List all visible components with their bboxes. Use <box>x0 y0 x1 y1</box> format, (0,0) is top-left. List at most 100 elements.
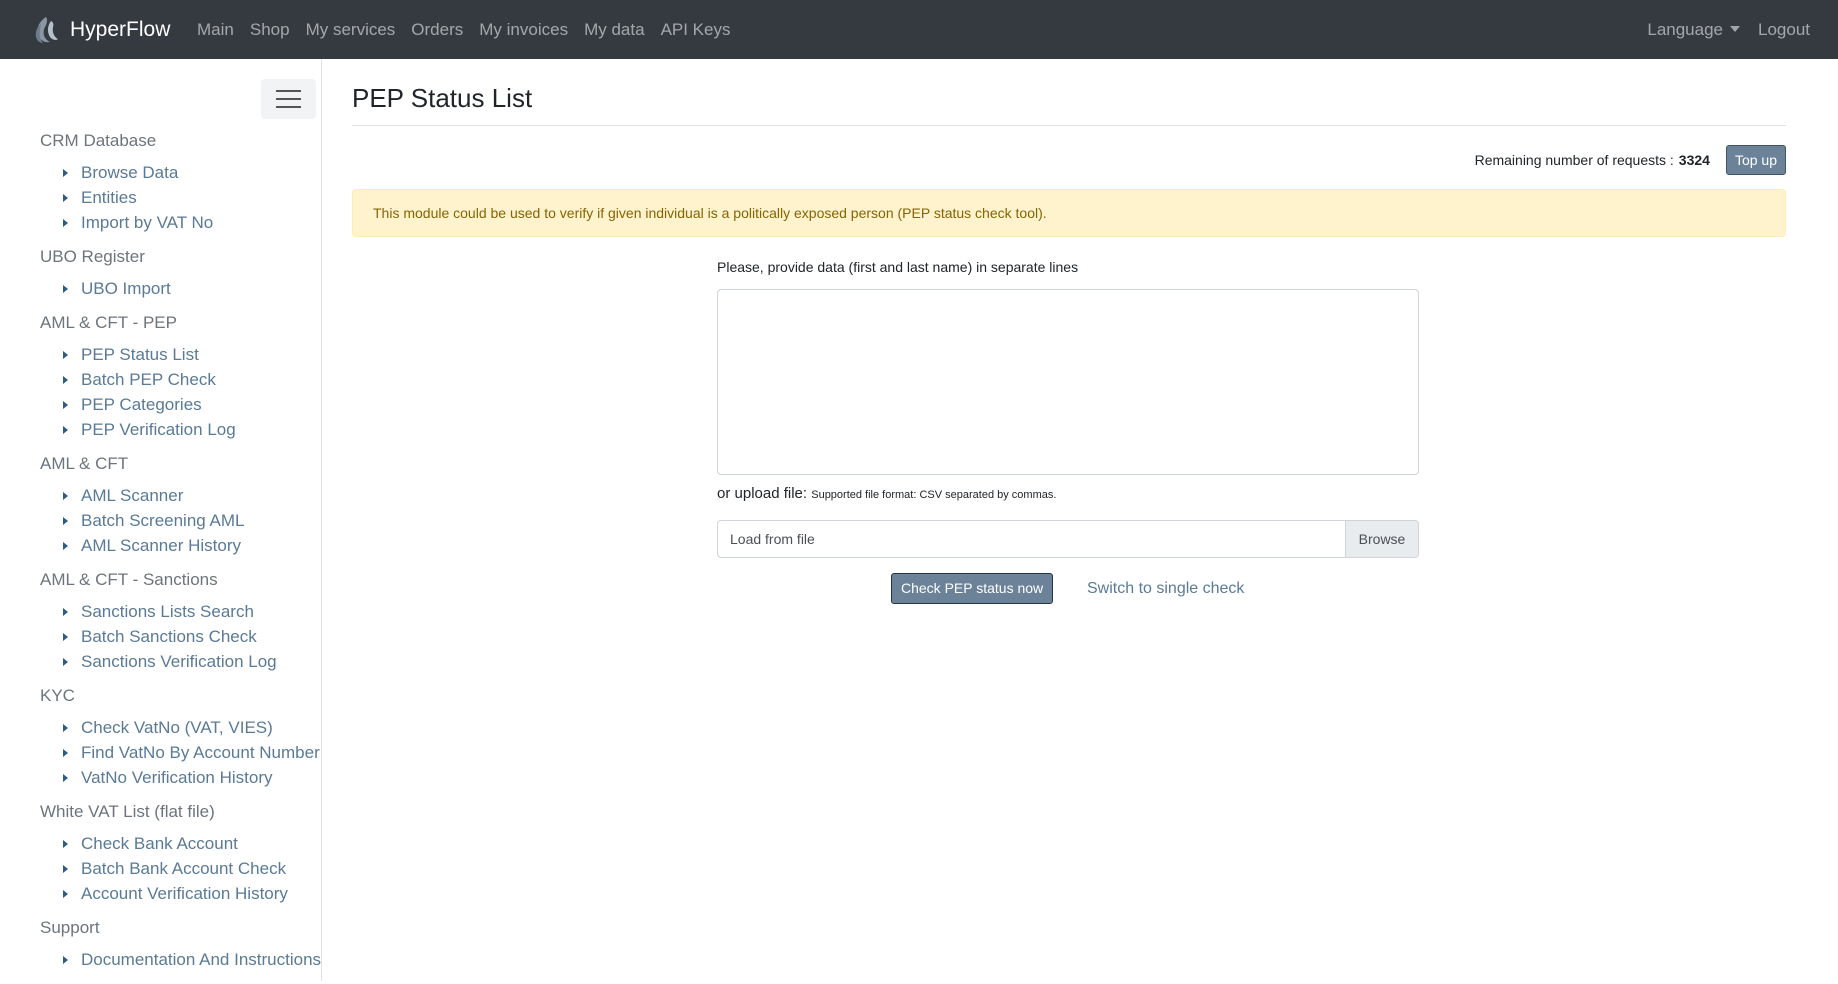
remaining-requests-count: 3324 <box>1678 152 1710 168</box>
browse-button[interactable]: Browse <box>1345 521 1418 557</box>
section-crm-database: CRM Database <box>40 131 157 150</box>
hamburger-icon <box>276 90 301 92</box>
names-textarea-label: Please, provide data (first and last nam… <box>717 259 1079 275</box>
nav-main[interactable]: Main <box>197 20 234 40</box>
sidebar-item-label: Check Bank Account <box>81 833 238 853</box>
switch-to-single-check-link[interactable]: Switch to single check <box>1087 573 1244 604</box>
caret-right-icon <box>63 400 68 409</box>
nav-orders[interactable]: Orders <box>411 20 463 40</box>
form-actions: Check PEP status now Switch to single ch… <box>717 573 1419 605</box>
section-kyc: KYC <box>40 686 75 705</box>
sidebar-item-account-verification-history[interactable]: Account Verification History <box>40 881 330 906</box>
sidebar-menu: CRM Database Browse Data Entities Import… <box>40 131 330 984</box>
caret-right-icon <box>63 955 68 964</box>
logout-link[interactable]: Logout <box>1758 20 1810 40</box>
sidebar-item-label: Sanctions Lists Search <box>81 601 254 621</box>
caret-right-icon <box>63 723 68 732</box>
nav-shop[interactable]: Shop <box>250 20 290 40</box>
sidebar-item-batch-bank-account-check[interactable]: Batch Bank Account Check <box>40 856 330 881</box>
nav-my-invoices[interactable]: My invoices <box>479 20 568 40</box>
sidebar: CRM Database Browse Data Entities Import… <box>0 59 322 981</box>
sidebar-item-pep-verification-log[interactable]: PEP Verification Log <box>40 417 330 442</box>
caret-right-icon <box>63 375 68 384</box>
sidebar-item-sanctions-lists-search[interactable]: Sanctions Lists Search <box>40 599 330 624</box>
sidebar-item-label: Batch Bank Account Check <box>81 858 287 878</box>
sidebar-item-browse-data[interactable]: Browse Data <box>40 160 330 185</box>
nav-my-data[interactable]: My data <box>584 20 644 40</box>
nav-my-services[interactable]: My services <box>306 20 396 40</box>
sidebar-item-label: Batch Screening AML <box>81 510 245 530</box>
sidebar-item-vatno-verification-history[interactable]: VatNo Verification History <box>40 765 330 790</box>
sidebar-item-label: UBO Import <box>81 278 171 298</box>
caret-right-icon <box>63 516 68 525</box>
caret-right-icon <box>63 168 68 177</box>
sidebar-toggle-button[interactable] <box>261 79 316 119</box>
section-support: Support <box>40 918 100 937</box>
sidebar-item-aml-scanner[interactable]: AML Scanner <box>40 483 330 508</box>
sidebar-item-label: AML Scanner <box>81 485 184 505</box>
caret-right-icon <box>63 889 68 898</box>
upload-hint: Supported file format: CSV separated by … <box>811 489 1057 501</box>
sidebar-item-label: Check VatNo (VAT, VIES) <box>81 717 273 737</box>
brand[interactable]: HyperFlow <box>32 0 170 59</box>
sidebar-item-documentation[interactable]: Documentation And Instructions <box>40 947 330 972</box>
caret-right-icon <box>63 864 68 873</box>
section-white-vat-list: White VAT List (flat file) <box>40 802 215 821</box>
top-up-button[interactable]: Top up <box>1725 145 1786 175</box>
language-label: Language <box>1647 19 1723 39</box>
sidebar-item-label: Batch PEP Check <box>81 369 216 389</box>
sidebar-item-label: Browse Data <box>81 162 179 182</box>
top-navbar: HyperFlow Main Shop My services Orders M… <box>0 0 1838 59</box>
nav-api-keys[interactable]: API Keys <box>661 20 731 40</box>
sidebar-item-find-vatno-by-account[interactable]: Find VatNo By Account Number <box>40 740 330 765</box>
brand-name: HyperFlow <box>70 17 171 41</box>
nav-right: Language Logout <box>1629 0 1810 59</box>
caret-right-icon <box>63 491 68 500</box>
info-alert: This module could be used to verify if g… <box>352 189 1786 237</box>
sidebar-item-import-by-vat[interactable]: Import by VAT No <box>40 210 330 235</box>
sidebar-item-sanctions-verification-log[interactable]: Sanctions Verification Log <box>40 649 330 674</box>
title-divider <box>352 125 1786 126</box>
sidebar-item-label: Sanctions Verification Log <box>81 651 277 671</box>
sidebar-item-entities[interactable]: Entities <box>40 185 330 210</box>
sidebar-item-batch-screening-aml[interactable]: Batch Screening AML <box>40 508 330 533</box>
sidebar-item-batch-sanctions-check[interactable]: Batch Sanctions Check <box>40 624 330 649</box>
check-pep-status-button[interactable]: Check PEP status now <box>891 573 1054 604</box>
caret-right-icon <box>63 839 68 848</box>
sidebar-item-pep-status-list[interactable]: PEP Status List <box>40 342 330 367</box>
sidebar-item-batch-pep-check[interactable]: Batch PEP Check <box>40 367 330 392</box>
file-upload-input[interactable]: Load from file Browse <box>717 520 1419 558</box>
sidebar-item-label: Account Verification History <box>81 883 288 903</box>
sidebar-item-label: AML Scanner History <box>81 535 241 555</box>
caret-right-icon <box>63 218 68 227</box>
remaining-requests: Remaining number of requests : 3324 Top … <box>1475 145 1786 175</box>
remaining-requests-label: Remaining number of requests : <box>1474 152 1674 168</box>
sidebar-item-label: PEP Verification Log <box>81 419 236 439</box>
upload-file-label: or upload file: Supported file format: C… <box>717 485 1056 502</box>
caret-right-icon <box>63 607 68 616</box>
sidebar-item-label: Documentation And Instructions <box>81 949 322 969</box>
file-upload-placeholder: Load from file <box>730 531 815 547</box>
names-textarea[interactable] <box>717 289 1419 475</box>
sidebar-item-label: PEP Categories <box>81 394 202 414</box>
sidebar-item-ubo-import[interactable]: UBO Import <box>40 276 330 301</box>
sidebar-item-check-vatno[interactable]: Check VatNo (VAT, VIES) <box>40 715 330 740</box>
sidebar-item-label: Import by VAT No <box>81 212 214 232</box>
caret-right-icon <box>63 773 68 782</box>
sidebar-item-label: Entities <box>81 187 137 207</box>
main-nav: Main Shop My services Orders My invoices… <box>197 0 746 59</box>
section-ubo-register: UBO Register <box>40 247 145 266</box>
caret-right-icon <box>63 541 68 550</box>
section-aml-cft-pep: AML & CFT - PEP <box>40 313 177 332</box>
language-dropdown[interactable]: Language <box>1647 20 1740 40</box>
caret-right-icon <box>63 350 68 359</box>
sidebar-item-label: Batch Sanctions Check <box>81 626 257 646</box>
caret-right-icon <box>63 748 68 757</box>
caret-down-icon <box>1730 25 1740 32</box>
caret-right-icon <box>63 632 68 641</box>
pep-batch-form: Please, provide data (first and last nam… <box>717 259 1419 604</box>
caret-right-icon <box>63 284 68 293</box>
sidebar-item-check-bank-account[interactable]: Check Bank Account <box>40 831 330 856</box>
sidebar-item-pep-categories[interactable]: PEP Categories <box>40 392 330 417</box>
sidebar-item-aml-scanner-history[interactable]: AML Scanner History <box>40 533 330 558</box>
